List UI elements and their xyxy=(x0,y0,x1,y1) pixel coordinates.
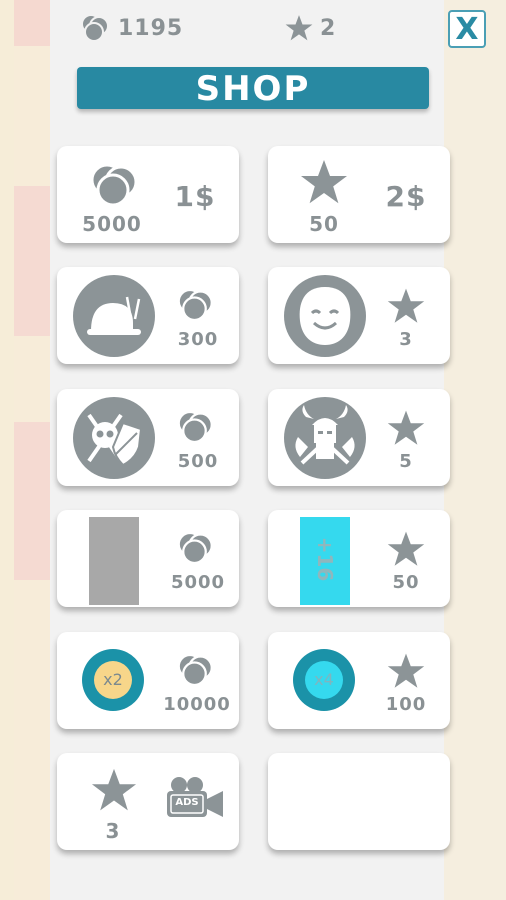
star-icon xyxy=(301,160,347,204)
shop-item-cyan-block[interactable]: +16 50 xyxy=(268,510,450,607)
star-icon xyxy=(387,531,425,566)
shop-item-x4-multiplier[interactable]: x4 100 xyxy=(268,632,450,729)
multiplier-label: x2 xyxy=(94,661,132,699)
shop-item-watch-ads[interactable]: 3 ADS xyxy=(57,753,239,850)
close-icon: X xyxy=(455,12,479,47)
item-cost: 300 xyxy=(177,329,219,350)
ads-label: ADS xyxy=(175,797,199,808)
item-amount: 50 xyxy=(309,212,339,236)
skull-shield-icon xyxy=(87,413,143,467)
item-cost: 5000 xyxy=(170,572,226,593)
shop-panel: 1195 2 X SHOP 5000 1$ 50 2$ 300 3 500 5 … xyxy=(50,0,486,900)
video-camera-icon: ADS xyxy=(165,775,225,823)
item-cost: 50 xyxy=(392,572,420,593)
block-skin-preview: +16 xyxy=(300,517,350,605)
shop-item-smiley[interactable]: 3 xyxy=(268,267,450,364)
coin-count: 1195 xyxy=(118,15,184,41)
block-skin-preview xyxy=(89,517,139,605)
item-price: 1$ xyxy=(174,180,216,213)
coins-icon xyxy=(177,531,213,565)
star-icon xyxy=(285,15,313,41)
multiplier-badge: x4 xyxy=(293,649,355,711)
coins-icon xyxy=(177,288,213,322)
shop-title: SHOP xyxy=(77,67,429,109)
item-cost: 10000 xyxy=(163,694,231,715)
background-right xyxy=(442,0,506,900)
viking-icon xyxy=(295,405,355,465)
smiley-face-icon xyxy=(299,287,351,345)
item-cost: 5 xyxy=(399,451,413,472)
star-icon xyxy=(387,410,425,445)
item-cost: 100 xyxy=(385,694,427,715)
shop-item-x2-multiplier[interactable]: x2 10000 xyxy=(57,632,239,729)
shop-item-gray-block[interactable]: 5000 xyxy=(57,510,239,607)
shop-item-star-pack[interactable]: 50 2$ xyxy=(268,146,450,243)
close-button[interactable]: X xyxy=(448,10,486,48)
multiplier-badge: x2 xyxy=(82,649,144,711)
coins-icon xyxy=(177,653,213,687)
item-icon-circle xyxy=(284,275,366,357)
item-cost: 3 xyxy=(399,329,413,350)
shop-item-snail[interactable]: 300 xyxy=(57,267,239,364)
item-icon-circle xyxy=(284,397,366,479)
shop-item-coin-pack[interactable]: 5000 1$ xyxy=(57,146,239,243)
item-price: 2$ xyxy=(385,180,427,213)
shop-item-empty-slot xyxy=(268,753,450,850)
star-icon xyxy=(387,288,425,323)
star-icon xyxy=(387,653,425,688)
star-icon xyxy=(91,768,137,811)
item-amount: 5000 xyxy=(82,212,142,236)
coins-icon xyxy=(81,14,109,42)
coins-icon xyxy=(90,163,138,207)
multiplier-label: x4 xyxy=(305,661,343,699)
item-cost: 500 xyxy=(177,451,219,472)
top-bar: 1195 2 X xyxy=(50,0,486,60)
coins-icon xyxy=(177,410,213,444)
shop-item-skull-shield[interactable]: 500 xyxy=(57,389,239,486)
item-icon-circle xyxy=(73,397,155,479)
shop-item-viking[interactable]: 5 xyxy=(268,389,450,486)
star-count: 2 xyxy=(320,15,337,41)
reward-amount: 3 xyxy=(105,819,121,843)
block-label: +16 xyxy=(313,536,337,582)
snail-icon xyxy=(87,296,141,335)
coin-counter: 1195 xyxy=(80,14,183,42)
star-counter: 2 xyxy=(284,14,336,42)
item-icon-circle xyxy=(73,275,155,357)
